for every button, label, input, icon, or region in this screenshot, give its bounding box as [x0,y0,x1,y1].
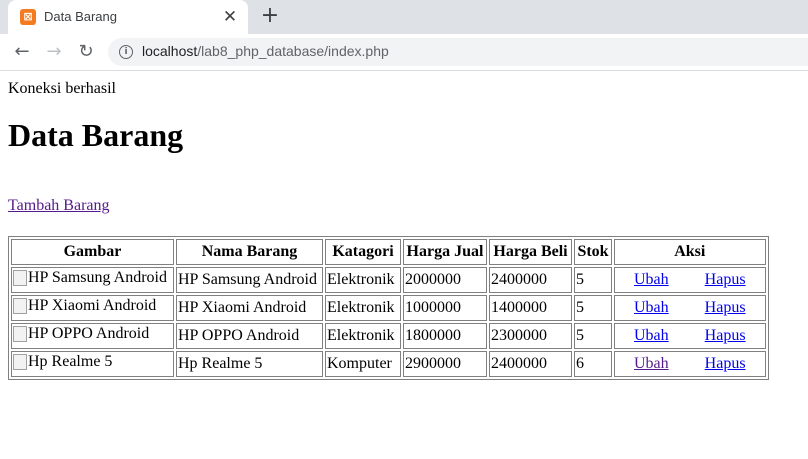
header-aksi: Aksi [614,239,766,265]
hapus-link[interactable]: Hapus [705,327,746,344]
harga-jual-cell: 1000000 [403,295,487,321]
stok-cell: 5 [574,295,612,321]
kategori-cell: Elektronik [325,295,401,321]
aksi-cell: Ubah Hapus [614,351,766,377]
plus-icon[interactable]: + [258,5,282,29]
harga-beli-cell: 2300000 [489,323,572,349]
stok-cell: 6 [574,351,612,377]
nama-cell: HP Samsung Android [176,267,323,293]
broken-image: HP Samsung Android [13,269,167,287]
image-cell: Hp Realme 5 [11,351,174,377]
hapus-link[interactable]: Hapus [705,355,746,372]
harga-jual-cell: 2900000 [403,351,487,377]
hapus-link[interactable]: Hapus [705,299,746,316]
aksi-cell: Ubah Hapus [614,267,766,293]
table-row: Hp Realme 5 Hp Realme 5 Komputer 2900000… [11,351,766,377]
header-gambar: Gambar [11,239,174,265]
ubah-link[interactable]: Ubah [634,299,669,316]
table-row: HP Xiaomi Android HP Xiaomi Android Elek… [11,295,766,321]
header-harga-beli: Harga Beli [489,239,572,265]
table-row: HP OPPO Android HP OPPO Android Elektron… [11,323,766,349]
harga-beli-cell: 2400000 [489,267,572,293]
stok-cell: 5 [574,267,612,293]
url-path: /lab8_php_database/index.php [197,43,389,59]
stok-cell: 5 [574,323,612,349]
broken-image: Hp Realme 5 [13,353,112,371]
browser-tab[interactable]: ⊠ Data Barang ✕ [8,0,248,34]
image-cell: HP OPPO Android [11,323,174,349]
harga-jual-cell: 2000000 [403,267,487,293]
harga-jual-cell: 1800000 [403,323,487,349]
table-header-row: Gambar Nama Barang Katagori Harga Jual H… [11,239,766,265]
harga-beli-cell: 2400000 [489,351,572,377]
broken-image-icon [13,270,27,286]
xampp-favicon-icon: ⊠ [20,9,36,25]
header-nama-barang: Nama Barang [176,239,323,265]
back-arrow-icon[interactable]: ← [10,40,34,64]
info-icon[interactable]: i [119,45,133,59]
ubah-link[interactable]: Ubah [634,327,669,344]
broken-image-icon [13,354,27,370]
nama-cell: Hp Realme 5 [176,351,323,377]
header-stok: Stok [574,239,612,265]
kategori-cell: Komputer [325,351,401,377]
image-alt-text: HP Samsung Android [28,269,167,286]
connection-status: Koneksi berhasil [8,80,116,97]
kategori-cell: Elektronik [325,323,401,349]
table-row: HP Samsung Android HP Samsung Android El… [11,267,766,293]
header-harga-jual: Harga Jual [403,239,487,265]
address-bar[interactable]: i localhost/lab8_php_database/index.php [108,38,808,66]
aksi-cell: Ubah Hapus [614,323,766,349]
nama-cell: HP Xiaomi Android [176,295,323,321]
browser-toolbar: ← → ↻ i localhost/lab8_php_database/inde… [0,34,808,71]
image-alt-text: HP OPPO Android [28,325,150,342]
ubah-link[interactable]: Ubah [634,355,669,372]
image-alt-text: HP Xiaomi Android [28,297,157,314]
reload-icon[interactable]: ↻ [74,40,98,64]
broken-image-icon [13,298,27,314]
close-icon[interactable]: ✕ [220,7,240,27]
tab-strip: ⊠ Data Barang ✕ + [0,0,808,34]
broken-image-icon [13,326,27,342]
tab-title: Data Barang [44,9,117,24]
harga-beli-cell: 1400000 [489,295,572,321]
forward-arrow-icon[interactable]: → [42,40,66,64]
kategori-cell: Elektronik [325,267,401,293]
add-item-link[interactable]: Tambah Barang [8,197,110,215]
broken-image: HP OPPO Android [13,325,149,343]
broken-image: HP Xiaomi Android [13,297,156,315]
page-title: Data Barang [8,117,184,153]
hapus-link[interactable]: Hapus [705,271,746,288]
page-content: Koneksi berhasil Data Barang Tambah Bara… [0,71,808,459]
aksi-cell: Ubah Hapus [614,295,766,321]
data-table: Gambar Nama Barang Katagori Harga Jual H… [8,236,769,380]
url-host: localhost [142,43,198,59]
header-katagori: Katagori [325,239,401,265]
ubah-link[interactable]: Ubah [634,271,669,288]
nama-cell: HP OPPO Android [176,323,323,349]
url-text[interactable]: localhost/lab8_php_database/index.php [142,43,389,59]
image-alt-text: Hp Realme 5 [28,353,113,370]
image-cell: HP Xiaomi Android [11,295,174,321]
image-cell: HP Samsung Android [11,267,174,293]
